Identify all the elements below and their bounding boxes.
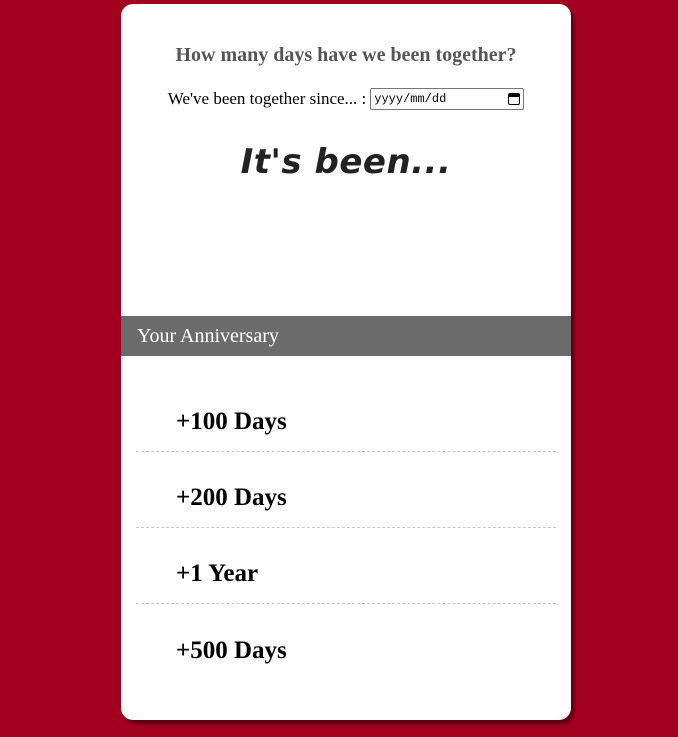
- page-title: How many days have we been together?: [175, 44, 517, 66]
- calendar-icon[interactable]: [508, 93, 521, 105]
- date-label: We've been together since... :: [167, 89, 367, 108]
- list-item: +100 Days: [136, 376, 556, 452]
- result-text: It's been...: [240, 142, 452, 182]
- date-placeholder: yyyy/mm/dd: [374, 92, 447, 106]
- list-item: +200 Days: [136, 452, 556, 528]
- anniversary-list: +100 Days +200 Days +1 Year +500 Days: [136, 376, 556, 680]
- list-item: +500 Days: [176, 636, 287, 664]
- main-card: How many days have we been together? We'…: [121, 4, 571, 720]
- date-form: We've been together since... : yyyy/mm/d…: [121, 88, 571, 110]
- date-input[interactable]: yyyy/mm/dd: [370, 88, 525, 110]
- list-item: +1 Year: [136, 528, 556, 604]
- anniversary-heading: Your Anniversary: [121, 316, 571, 356]
